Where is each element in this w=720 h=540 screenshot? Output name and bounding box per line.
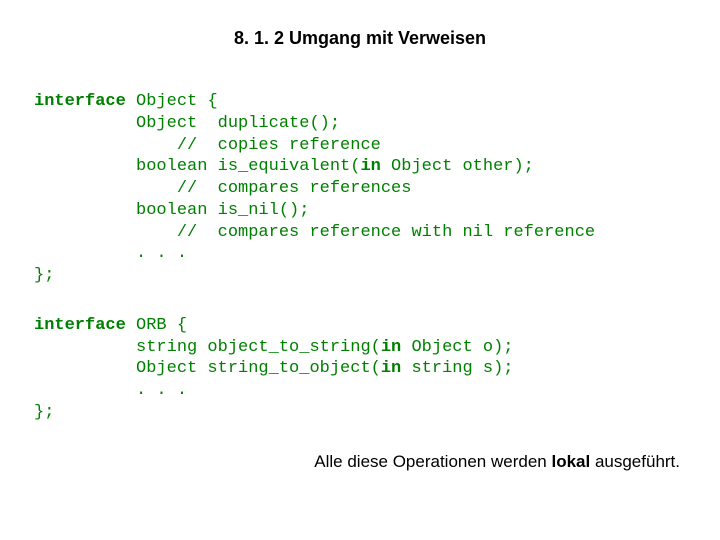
code-text: . . .: [34, 244, 187, 263]
code-text: };: [34, 403, 54, 422]
code-text: Object o);: [401, 338, 513, 357]
code-text: // compares reference with nil reference: [34, 223, 595, 242]
footer-note: Alle diese Operationen werden lokal ausg…: [34, 452, 686, 472]
keyword-interface: interface: [34, 92, 126, 111]
keyword-in: in: [381, 338, 401, 357]
code-text: Object {: [126, 92, 218, 111]
keyword-in: in: [381, 359, 401, 378]
section-heading: 8. 1. 2 Umgang mit Verweisen: [34, 28, 686, 49]
code-text: string object_to_string(: [34, 338, 381, 357]
code-text: // compares references: [34, 179, 411, 198]
code-block-orb: interface ORB { string object_to_string(…: [34, 315, 686, 424]
footer-bold: lokal: [551, 452, 590, 471]
code-text: boolean is_equivalent(: [34, 157, 360, 176]
footer-text: ausgeführt.: [590, 452, 680, 471]
code-text: string s);: [401, 359, 513, 378]
footer-text: Alle diese Operationen werden: [314, 452, 551, 471]
keyword-interface: interface: [34, 316, 126, 335]
code-text: };: [34, 266, 54, 285]
code-text: . . .: [34, 381, 187, 400]
code-text: Object string_to_object(: [34, 359, 381, 378]
code-text: boolean is_nil();: [34, 201, 309, 220]
code-text: Object other);: [381, 157, 534, 176]
keyword-in: in: [360, 157, 380, 176]
code-text: ORB {: [126, 316, 187, 335]
code-text: // copies reference: [34, 136, 381, 155]
code-block-object: interface Object { Object duplicate(); /…: [34, 91, 686, 287]
code-text: Object duplicate();: [34, 114, 340, 133]
